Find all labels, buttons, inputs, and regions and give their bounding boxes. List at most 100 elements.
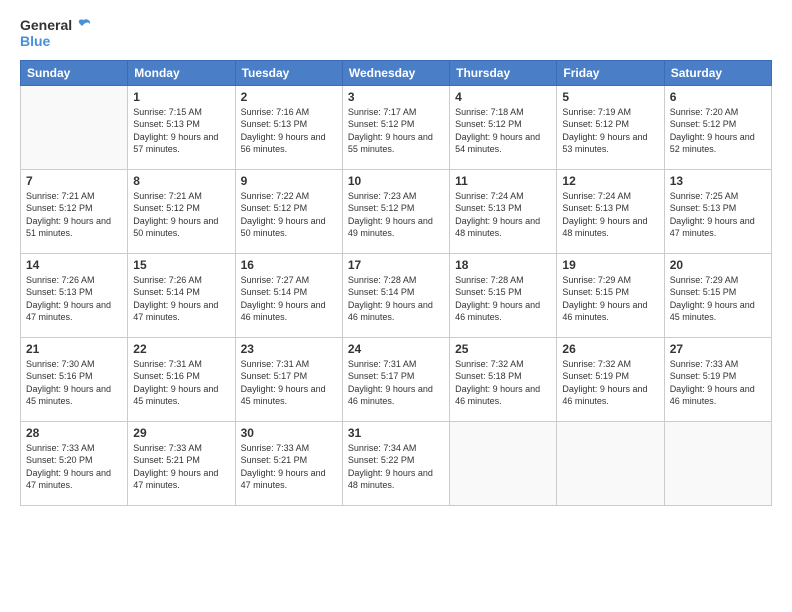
day-number: 13	[670, 174, 766, 188]
day-info: Sunrise: 7:33 AMSunset: 5:19 PMDaylight:…	[670, 358, 766, 408]
day-info: Sunrise: 7:28 AMSunset: 5:15 PMDaylight:…	[455, 274, 551, 324]
day-number: 8	[133, 174, 229, 188]
calendar-header-thursday: Thursday	[450, 60, 557, 85]
day-number: 22	[133, 342, 229, 356]
day-number: 9	[241, 174, 337, 188]
calendar-cell: 18 Sunrise: 7:28 AMSunset: 5:15 PMDayligh…	[450, 253, 557, 337]
day-number: 15	[133, 258, 229, 272]
calendar-header-wednesday: Wednesday	[342, 60, 449, 85]
day-info: Sunrise: 7:32 AMSunset: 5:18 PMDaylight:…	[455, 358, 551, 408]
day-number: 4	[455, 90, 551, 104]
day-info: Sunrise: 7:33 AMSunset: 5:21 PMDaylight:…	[133, 442, 229, 492]
calendar-cell: 27 Sunrise: 7:33 AMSunset: 5:19 PMDayligh…	[664, 337, 771, 421]
day-info: Sunrise: 7:22 AMSunset: 5:12 PMDaylight:…	[241, 190, 337, 240]
calendar-cell: 20 Sunrise: 7:29 AMSunset: 5:15 PMDayligh…	[664, 253, 771, 337]
day-number: 2	[241, 90, 337, 104]
calendar-week-5: 28 Sunrise: 7:33 AMSunset: 5:20 PMDayligh…	[21, 421, 772, 505]
logo-text: General Blue	[20, 18, 92, 50]
calendar-cell: 9 Sunrise: 7:22 AMSunset: 5:12 PMDaylight…	[235, 169, 342, 253]
calendar-cell: 3Sunrise: 7:17 AMSunset: 5:12 PMDaylight…	[342, 85, 449, 169]
calendar-cell: 7 Sunrise: 7:21 AMSunset: 5:12 PMDaylight…	[21, 169, 128, 253]
calendar-header-monday: Monday	[128, 60, 235, 85]
day-info: Sunrise: 7:19 AMSunset: 5:12 PMDaylight:…	[562, 106, 658, 156]
calendar-cell: 19Sunrise: 7:29 AMSunset: 5:15 PMDayligh…	[557, 253, 664, 337]
calendar-cell: 10Sunrise: 7:23 AMSunset: 5:12 PMDayligh…	[342, 169, 449, 253]
day-number: 14	[26, 258, 122, 272]
day-info: Sunrise: 7:33 AMSunset: 5:21 PMDaylight:…	[241, 442, 337, 492]
calendar-week-2: 7 Sunrise: 7:21 AMSunset: 5:12 PMDaylight…	[21, 169, 772, 253]
calendar-header-friday: Friday	[557, 60, 664, 85]
day-info: Sunrise: 7:24 AMSunset: 5:13 PMDaylight:…	[562, 190, 658, 240]
day-info: Sunrise: 7:28 AMSunset: 5:14 PMDaylight:…	[348, 274, 444, 324]
calendar-header-row: SundayMondayTuesdayWednesdayThursdayFrid…	[21, 60, 772, 85]
day-info: Sunrise: 7:21 AMSunset: 5:12 PMDaylight:…	[133, 190, 229, 240]
day-info: Sunrise: 7:33 AMSunset: 5:20 PMDaylight:…	[26, 442, 122, 492]
day-info: Sunrise: 7:34 AMSunset: 5:22 PMDaylight:…	[348, 442, 444, 492]
day-number: 25	[455, 342, 551, 356]
day-info: Sunrise: 7:24 AMSunset: 5:13 PMDaylight:…	[455, 190, 551, 240]
day-number: 24	[348, 342, 444, 356]
header: General Blue	[20, 18, 772, 50]
day-number: 28	[26, 426, 122, 440]
day-number: 26	[562, 342, 658, 356]
calendar-cell: 1 Sunrise: 7:15 AMSunset: 5:13 PMDaylight…	[128, 85, 235, 169]
day-number: 29	[133, 426, 229, 440]
calendar-cell: 14 Sunrise: 7:26 AMSunset: 5:13 PMDayligh…	[21, 253, 128, 337]
calendar-cell: 8 Sunrise: 7:21 AMSunset: 5:12 PMDaylight…	[128, 169, 235, 253]
day-number: 11	[455, 174, 551, 188]
calendar-cell: 5 Sunrise: 7:19 AMSunset: 5:12 PMDaylight…	[557, 85, 664, 169]
calendar-cell: 4 Sunrise: 7:18 AMSunset: 5:12 PMDaylight…	[450, 85, 557, 169]
calendar-cell: 2 Sunrise: 7:16 AMSunset: 5:13 PMDaylight…	[235, 85, 342, 169]
calendar-cell: 17Sunrise: 7:28 AMSunset: 5:14 PMDayligh…	[342, 253, 449, 337]
calendar-cell	[557, 421, 664, 505]
calendar-week-1: 1 Sunrise: 7:15 AMSunset: 5:13 PMDaylight…	[21, 85, 772, 169]
day-info: Sunrise: 7:15 AMSunset: 5:13 PMDaylight:…	[133, 106, 229, 156]
day-number: 16	[241, 258, 337, 272]
day-number: 21	[26, 342, 122, 356]
day-number: 31	[348, 426, 444, 440]
day-info: Sunrise: 7:29 AMSunset: 5:15 PMDaylight:…	[670, 274, 766, 324]
day-number: 18	[455, 258, 551, 272]
calendar-cell: 12 Sunrise: 7:24 AMSunset: 5:13 PMDayligh…	[557, 169, 664, 253]
day-info: Sunrise: 7:31 AMSunset: 5:16 PMDaylight:…	[133, 358, 229, 408]
day-info: Sunrise: 7:21 AMSunset: 5:12 PMDaylight:…	[26, 190, 122, 240]
calendar-cell: 11 Sunrise: 7:24 AMSunset: 5:13 PMDayligh…	[450, 169, 557, 253]
day-info: Sunrise: 7:16 AMSunset: 5:13 PMDaylight:…	[241, 106, 337, 156]
day-info: Sunrise: 7:32 AMSunset: 5:19 PMDaylight:…	[562, 358, 658, 408]
day-number: 30	[241, 426, 337, 440]
calendar-cell	[664, 421, 771, 505]
day-number: 6	[670, 90, 766, 104]
calendar-cell: 28 Sunrise: 7:33 AMSunset: 5:20 PMDayligh…	[21, 421, 128, 505]
calendar-cell	[450, 421, 557, 505]
day-number: 20	[670, 258, 766, 272]
day-number: 3	[348, 90, 444, 104]
page: General Blue SundayMondayTuesdayWednesda…	[0, 0, 792, 612]
calendar-week-3: 14 Sunrise: 7:26 AMSunset: 5:13 PMDayligh…	[21, 253, 772, 337]
calendar-cell: 22 Sunrise: 7:31 AMSunset: 5:16 PMDayligh…	[128, 337, 235, 421]
calendar-cell: 26 Sunrise: 7:32 AMSunset: 5:19 PMDayligh…	[557, 337, 664, 421]
calendar-table: SundayMondayTuesdayWednesdayThursdayFrid…	[20, 60, 772, 506]
calendar-cell: 25 Sunrise: 7:32 AMSunset: 5:18 PMDayligh…	[450, 337, 557, 421]
day-number: 19	[562, 258, 658, 272]
logo: General Blue	[20, 18, 92, 50]
calendar-cell: 16 Sunrise: 7:27 AMSunset: 5:14 PMDayligh…	[235, 253, 342, 337]
day-number: 5	[562, 90, 658, 104]
day-number: 12	[562, 174, 658, 188]
day-number: 1	[133, 90, 229, 104]
calendar-header-sunday: Sunday	[21, 60, 128, 85]
calendar-cell: 23Sunrise: 7:31 AMSunset: 5:17 PMDayligh…	[235, 337, 342, 421]
calendar-cell: 13Sunrise: 7:25 AMSunset: 5:13 PMDayligh…	[664, 169, 771, 253]
calendar-cell: 15Sunrise: 7:26 AMSunset: 5:14 PMDayligh…	[128, 253, 235, 337]
day-info: Sunrise: 7:27 AMSunset: 5:14 PMDaylight:…	[241, 274, 337, 324]
calendar-cell: 24Sunrise: 7:31 AMSunset: 5:17 PMDayligh…	[342, 337, 449, 421]
calendar-cell: 21Sunrise: 7:30 AMSunset: 5:16 PMDayligh…	[21, 337, 128, 421]
day-info: Sunrise: 7:18 AMSunset: 5:12 PMDaylight:…	[455, 106, 551, 156]
logo-bird-icon	[76, 18, 92, 34]
day-number: 27	[670, 342, 766, 356]
day-info: Sunrise: 7:26 AMSunset: 5:13 PMDaylight:…	[26, 274, 122, 324]
calendar-header-tuesday: Tuesday	[235, 60, 342, 85]
calendar-week-4: 21Sunrise: 7:30 AMSunset: 5:16 PMDayligh…	[21, 337, 772, 421]
calendar-cell	[21, 85, 128, 169]
calendar-cell: 6Sunrise: 7:20 AMSunset: 5:12 PMDaylight…	[664, 85, 771, 169]
day-number: 7	[26, 174, 122, 188]
